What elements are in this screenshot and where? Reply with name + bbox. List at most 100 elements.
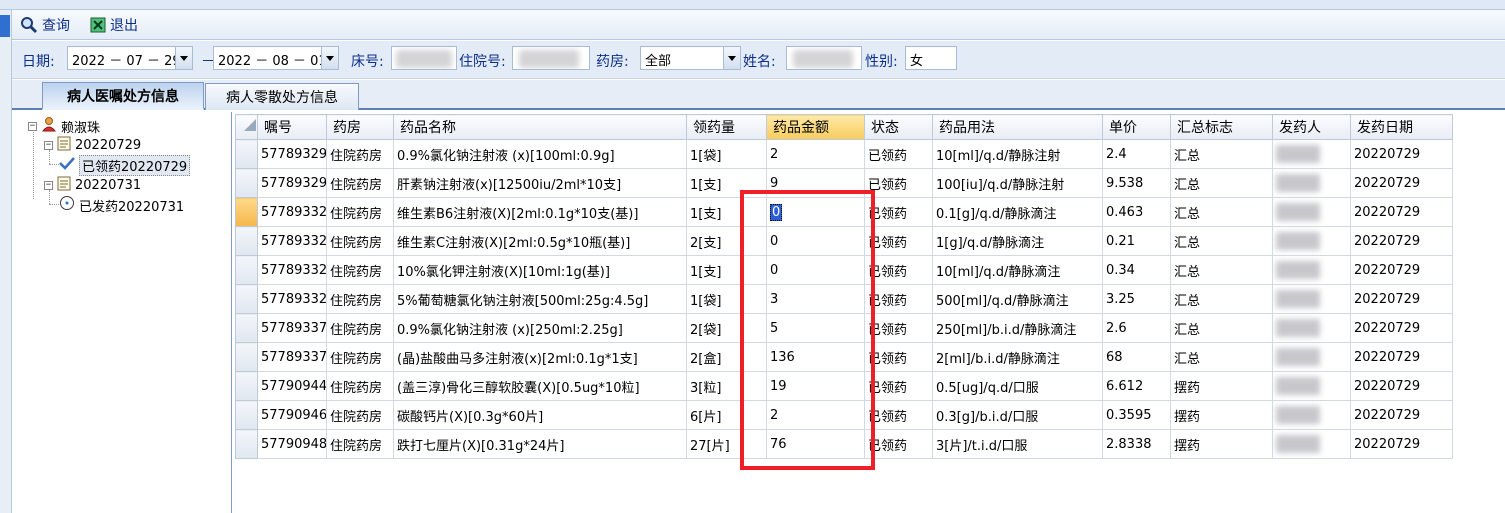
table-cell[interactable]: 已领药 <box>864 400 933 430</box>
table-cell[interactable]: 住院药房 <box>326 284 394 314</box>
table-cell[interactable]: 0.463 <box>1102 197 1171 227</box>
table-cell[interactable] <box>1272 168 1351 198</box>
table-cell[interactable]: 0.9%氯化钠注射液 (x)[100ml:0.9g] <box>393 139 687 169</box>
table-cell[interactable]: 汇总 <box>1170 197 1273 227</box>
column-header[interactable]: 药品用法 <box>932 114 1103 140</box>
name-field[interactable] <box>786 46 862 70</box>
tree-node-received-0729[interactable]: 已领药20220729 <box>59 154 191 176</box>
table-cell[interactable]: 1[袋] <box>686 139 767 169</box>
table-cell[interactable]: 已领药 <box>864 313 933 343</box>
table-cell[interactable]: 57789332 <box>257 255 327 285</box>
table-cell[interactable]: 19 <box>766 371 865 401</box>
table-cell[interactable]: 20220729 <box>1350 197 1453 227</box>
table-cell[interactable]: 57789337 <box>257 313 327 343</box>
table-cell[interactable]: 2[盒] <box>686 342 767 372</box>
row-indicator[interactable] <box>235 168 258 198</box>
query-button[interactable]: 查询 <box>20 14 70 36</box>
table-cell[interactable]: 27[片] <box>686 429 767 459</box>
pharmacy-select[interactable]: 全部 <box>640 46 741 70</box>
column-header[interactable]: 嘱号 <box>257 114 327 140</box>
date-to-picker[interactable]: 2022 － 08 － 01 <box>213 46 339 70</box>
column-header[interactable]: 发药日期 <box>1350 114 1453 140</box>
table-cell[interactable]: 0.9%氯化钠注射液 (x)[250ml:2.25g] <box>393 313 687 343</box>
table-cell[interactable]: 已领药 <box>864 284 933 314</box>
row-indicator[interactable] <box>235 139 258 169</box>
table-cell[interactable]: 57790944 <box>257 371 327 401</box>
table-cell[interactable]: 1[袋] <box>686 284 767 314</box>
table-cell[interactable]: 3[粒] <box>686 371 767 401</box>
table-cell[interactable]: 住院药房 <box>326 400 394 430</box>
bed-field[interactable] <box>391 46 457 70</box>
table-cell[interactable]: 57789329 <box>257 139 327 169</box>
table-cell[interactable]: 已领药 <box>864 139 933 169</box>
table-cell[interactable]: 已领药 <box>864 371 933 401</box>
table-cell[interactable]: 0 <box>766 197 865 227</box>
table-cell[interactable]: 已领药 <box>864 342 933 372</box>
table-cell[interactable]: 住院药房 <box>326 342 394 372</box>
table-cell[interactable]: 汇总 <box>1170 313 1273 343</box>
table-cell[interactable]: 维生素C注射液(X)[2ml:0.5g*10瓶(基)] <box>393 226 687 256</box>
table-row[interactable]: 57789329 住院药房 0.9%氯化钠注射液 (x)[100ml:0.9g] 1[… <box>235 139 1453 169</box>
table-row[interactable]: 57789332 住院药房 维生素C注射液(X)[2ml:0.5g*10瓶(基)] 2… <box>235 226 1453 256</box>
table-cell[interactable]: 20220729 <box>1350 429 1453 459</box>
table-cell[interactable]: 已领药 <box>864 226 933 256</box>
row-indicator[interactable] <box>235 313 258 343</box>
row-indicator[interactable] <box>235 255 258 285</box>
table-cell[interactable]: 汇总 <box>1170 226 1273 256</box>
table-cell[interactable]: 57789332 <box>257 284 327 314</box>
table-cell[interactable]: 3.25 <box>1102 284 1171 314</box>
table-row[interactable]: 57789332 住院药房 5%葡萄糖氯化钠注射液[500ml:25g:4.5g] 1… <box>235 284 1453 314</box>
column-header[interactable]: 汇总标志 <box>1170 114 1273 140</box>
table-cell[interactable]: 2.8338 <box>1102 429 1171 459</box>
table-cell[interactable]: 20220729 <box>1350 226 1453 256</box>
row-indicator[interactable] <box>235 197 258 227</box>
table-cell[interactable]: 住院药房 <box>326 168 394 198</box>
date-to-dropdown-button[interactable] <box>321 47 338 69</box>
table-cell[interactable]: 57790946 <box>257 400 327 430</box>
tree-node-dispensed-0731[interactable]: 已发药20220731 <box>59 196 184 215</box>
tab-scattered-prescriptions[interactable]: 病人零散处方信息 <box>205 83 359 110</box>
row-indicator[interactable] <box>235 226 258 256</box>
table-cell[interactable]: 跌打七厘片(X)[0.31g*24片] <box>393 429 687 459</box>
table-cell[interactable]: 住院药房 <box>326 371 394 401</box>
tree-node-date-0731[interactable]: − 20220731 <box>44 176 141 194</box>
table-cell[interactable]: 57789337 <box>257 342 327 372</box>
table-row[interactable]: 57789332 住院药房 维生素B6注射液(X)[2ml:0.1g*10支(基)]… <box>235 197 1453 227</box>
table-cell[interactable]: 57789329 <box>257 168 327 198</box>
table-cell[interactable]: (晶)盐酸曲马多注射液(x)[2ml:0.1g*1支] <box>393 342 687 372</box>
table-cell[interactable] <box>1272 255 1351 285</box>
column-header[interactable]: 状态 <box>864 114 933 140</box>
table-cell[interactable]: 3 <box>766 284 865 314</box>
table-cell[interactable] <box>1272 400 1351 430</box>
gender-field[interactable]: 女 <box>905 46 957 70</box>
table-cell[interactable]: 汇总 <box>1170 139 1273 169</box>
table-cell[interactable]: 0.21 <box>1102 226 1171 256</box>
table-cell[interactable]: 已领药 <box>864 255 933 285</box>
table-cell[interactable]: 100[iu]/q.d/静脉注射 <box>932 168 1103 198</box>
selected-cell-value[interactable]: 0 <box>770 203 783 221</box>
table-cell[interactable]: 汇总 <box>1170 168 1273 198</box>
table-row[interactable]: 57789329 住院药房 肝素钠注射液(x)[12500iu/2ml*10支] 1[… <box>235 168 1453 198</box>
select-all-corner[interactable] <box>235 114 258 140</box>
table-cell[interactable]: 碳酸钙片(X)[0.3g*60片] <box>393 400 687 430</box>
pharmacy-dropdown-button[interactable] <box>723 47 740 69</box>
table-row[interactable]: 57789332 住院药房 10%氯化钾注射液(X)[10ml:1g(基)] 1[支]… <box>235 255 1453 285</box>
column-header[interactable]: 药房 <box>326 114 394 140</box>
table-cell[interactable]: 57789332 <box>257 226 327 256</box>
table-cell[interactable]: 20220729 <box>1350 255 1453 285</box>
table-cell[interactable]: 0 <box>766 255 865 285</box>
tab-order-prescriptions[interactable]: 病人医嘱处方信息 <box>42 82 204 110</box>
collapse-toggle[interactable]: − <box>44 180 53 190</box>
table-cell[interactable]: 2.6 <box>1102 313 1171 343</box>
table-cell[interactable]: 5%葡萄糖氯化钠注射液[500ml:25g:4.5g] <box>393 284 687 314</box>
table-cell[interactable]: 0.1[g]/q.d/静脉滴注 <box>932 197 1103 227</box>
table-cell[interactable]: 136 <box>766 342 865 372</box>
table-cell[interactable]: 3[片]/t.i.d/口服 <box>932 429 1103 459</box>
table-cell[interactable]: 57789332 <box>257 197 327 227</box>
table-cell[interactable]: 汇总 <box>1170 284 1273 314</box>
table-cell[interactable]: 2[支] <box>686 226 767 256</box>
table-row[interactable]: 57790948 住院药房 跌打七厘片(X)[0.31g*24片] 27[片] 76 已领… <box>235 429 1453 459</box>
table-cell[interactable]: 20220729 <box>1350 168 1453 198</box>
tree-node-date-0729[interactable]: − 20220729 <box>44 136 141 154</box>
table-cell[interactable]: 住院药房 <box>326 429 394 459</box>
